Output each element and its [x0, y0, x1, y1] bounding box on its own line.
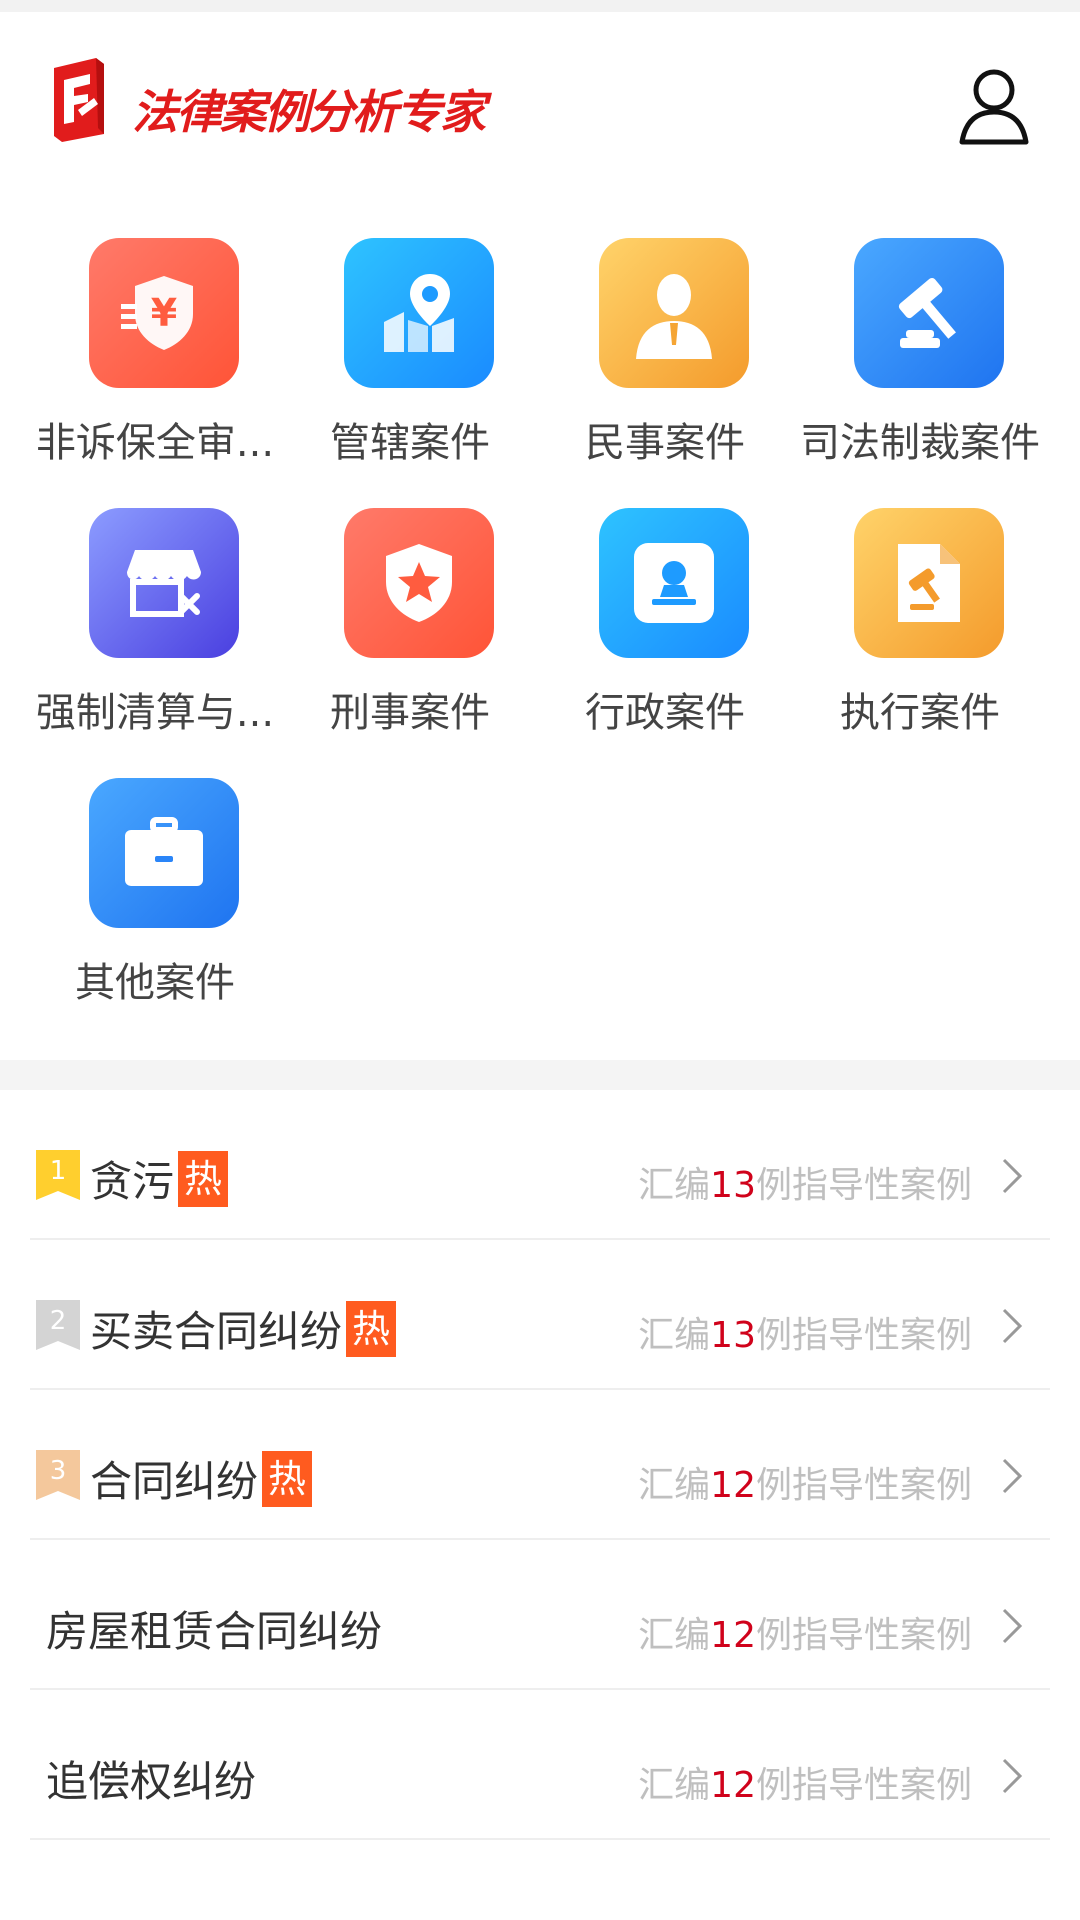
hot-badge: 热 — [262, 1450, 313, 1507]
person-icon — [599, 238, 749, 388]
category-label: 刑事案件 — [330, 690, 490, 736]
list-item[interactable]: 3 合同纠纷热 汇编12例指导性案例 — [30, 1390, 1050, 1540]
document-gavel-icon — [854, 508, 1004, 658]
chevron-right-icon — [1002, 1308, 1023, 1344]
store-closed-icon — [89, 508, 239, 658]
case-count: 汇编13例指导性案例 — [638, 1165, 972, 1206]
category-item[interactable]: 民事案件 — [530, 238, 800, 478]
list-item[interactable]: 追偿权纠纷 汇编12例指导性案例 — [30, 1690, 1050, 1840]
category-item[interactable]: 强制清算与... — [20, 508, 290, 748]
hot-badge: 热 — [178, 1150, 229, 1207]
category-label: 行政案件 — [585, 690, 745, 736]
case-count: 汇编13例指导性案例 — [638, 1315, 972, 1356]
ranking-list: 1 贪污热 汇编13例指导性案例 2 买卖合同纠纷热 汇编13例指导性案例 3 … — [30, 1090, 1050, 1840]
user-profile-icon[interactable] — [958, 64, 1030, 148]
category-item[interactable]: 管辖案件 — [275, 238, 545, 478]
app-title: 法律案例分析专家 — [132, 85, 486, 139]
category-label: 强制清算与... — [35, 690, 275, 736]
list-item[interactable]: 2 买卖合同纠纷热 汇编13例指导性案例 — [30, 1240, 1050, 1390]
svg-text:¥: ¥ — [151, 291, 177, 335]
map-pin-icon — [344, 238, 494, 388]
category-item[interactable]: 司法制裁案件 — [785, 238, 1055, 478]
item-title: 追偿权纠纷 — [46, 1757, 257, 1806]
shield-yen-icon: ¥ — [89, 238, 239, 388]
rank-badge: 2 — [36, 1300, 80, 1350]
list-item[interactable]: 1 贪污热 汇编13例指导性案例 — [30, 1090, 1050, 1240]
app-logo-icon — [54, 58, 104, 142]
rank-badge: 3 — [36, 1450, 80, 1500]
category-item[interactable]: 行政案件 — [530, 508, 800, 748]
chevron-right-icon — [1002, 1458, 1023, 1494]
category-item[interactable]: 其他案件 — [20, 778, 290, 1018]
case-count: 汇编12例指导性案例 — [638, 1765, 972, 1806]
rank-badge: 1 — [36, 1150, 80, 1200]
category-label: 其他案件 — [75, 960, 235, 1006]
chevron-right-icon — [1002, 1758, 1023, 1794]
category-label: 执行案件 — [840, 690, 1000, 736]
chevron-right-icon — [1002, 1158, 1023, 1194]
hot-badge: 热 — [346, 1300, 397, 1357]
case-count: 汇编12例指导性案例 — [638, 1465, 972, 1506]
case-count: 汇编12例指导性案例 — [638, 1615, 972, 1656]
category-item[interactable]: 执行案件 — [785, 508, 1055, 748]
stamp-icon — [599, 508, 749, 658]
briefcase-icon — [89, 778, 239, 928]
category-label: 民事案件 — [585, 420, 745, 466]
top-strip — [0, 0, 1080, 12]
category-label: 非诉保全审... — [35, 420, 275, 466]
section-divider — [0, 1060, 1080, 1090]
category-label: 司法制裁案件 — [800, 420, 1040, 466]
item-title: 房屋租赁合同纠纷 — [46, 1607, 383, 1656]
list-item[interactable]: 房屋租赁合同纠纷 汇编12例指导性案例 — [30, 1540, 1050, 1690]
category-item[interactable]: 刑事案件 — [275, 508, 545, 748]
category-label: 管辖案件 — [330, 420, 490, 466]
item-title: 贪污 — [90, 1157, 175, 1206]
item-title: 买卖合同纠纷 — [90, 1307, 343, 1356]
chevron-right-icon — [1002, 1608, 1023, 1644]
item-title: 合同纠纷 — [90, 1457, 259, 1506]
shield-star-icon — [344, 508, 494, 658]
gavel-icon — [854, 238, 1004, 388]
category-item[interactable]: ¥ 非诉保全审... — [20, 238, 290, 478]
app-header: 法律案例分析专家 — [0, 12, 1080, 192]
